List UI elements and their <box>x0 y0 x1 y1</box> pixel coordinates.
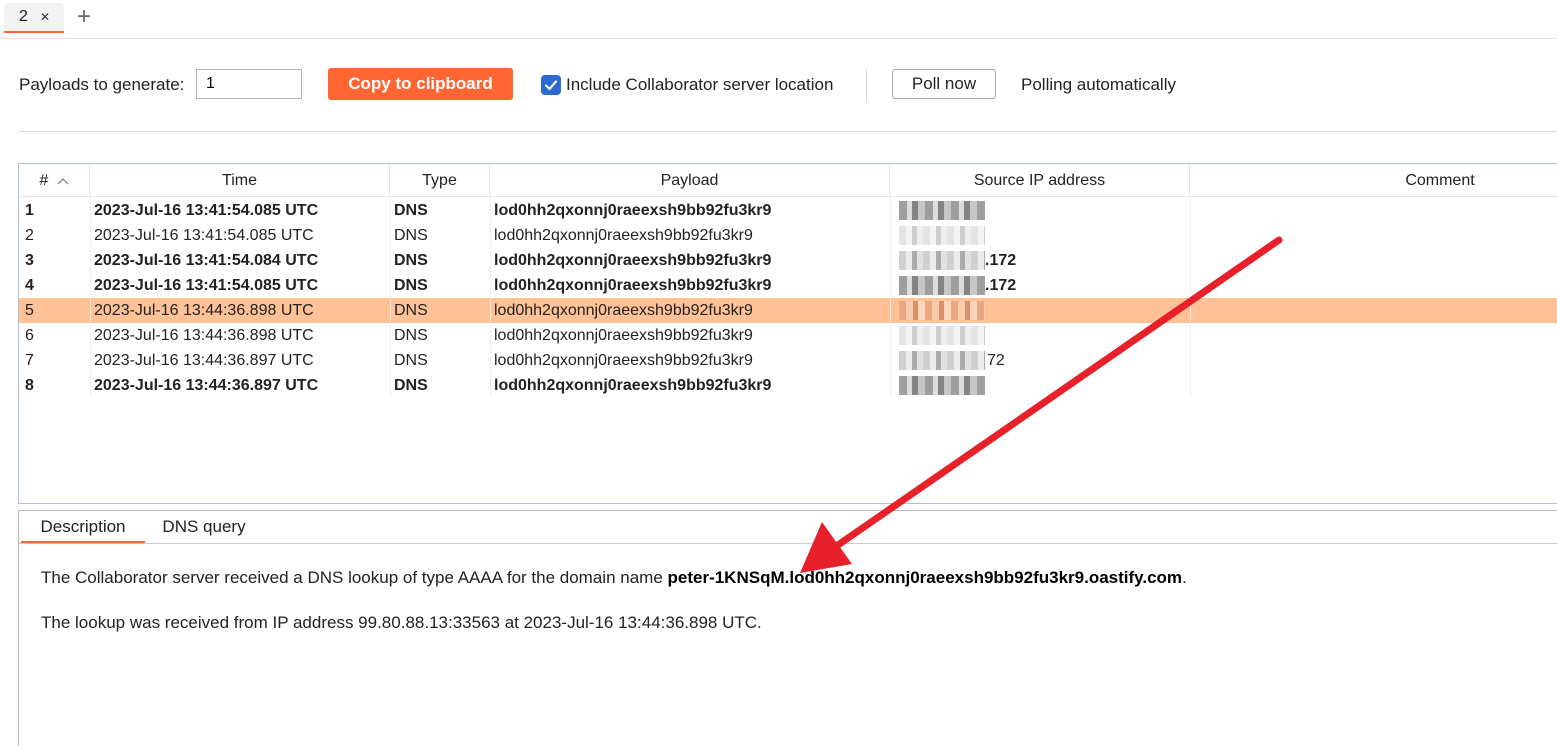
cell-source-ip: .172 <box>985 277 1017 294</box>
redacted-ip <box>899 201 985 220</box>
cell-num: 7 <box>25 352 34 369</box>
cell-num: 1 <box>25 202 34 219</box>
cell-num: 3 <box>25 252 34 269</box>
tab-dns-query[interactable]: DNS query <box>147 511 261 543</box>
redacted-ip <box>899 226 985 245</box>
table-row[interactable]: 5 2023-Jul-16 13:44:36.898 UTC DNS lod0hh2q… <box>19 298 1557 323</box>
table-row[interactable]: 6 2023-Jul-16 13:44:36.898 UTC DNS lod0hh2q… <box>19 323 1557 348</box>
close-icon[interactable]: ✕ <box>40 10 50 24</box>
polling-status: Polling automatically <box>1021 75 1176 94</box>
cell-source-ip: .172 <box>985 252 1017 269</box>
cell-time: 2023-Jul-16 13:41:54.085 UTC <box>94 277 319 294</box>
cell-time: 2023-Jul-16 13:41:54.085 UTC <box>94 202 319 219</box>
toolbar-divider <box>866 69 867 101</box>
col-header-num[interactable]: # <box>19 164 90 196</box>
cell-time: 2023-Jul-16 13:41:54.084 UTC <box>94 252 319 269</box>
poll-now-button[interactable]: Poll now <box>892 69 996 99</box>
include-location-checkbox[interactable] <box>541 75 561 95</box>
cell-time: 2023-Jul-16 13:44:36.898 UTC <box>94 302 314 319</box>
table-row[interactable]: 3 2023-Jul-16 13:41:54.084 UTC DNS lod0hh2q… <box>19 248 1557 273</box>
cell-payload: lod0hh2qxonnj0raeexsh9bb92fu3kr9 <box>494 252 772 269</box>
tab-2[interactable]: 2 ✕ <box>4 3 64 33</box>
redacted-ip <box>899 376 985 395</box>
description-line-1: The Collaborator server received a DNS l… <box>41 568 1187 588</box>
table-row[interactable]: 8 2023-Jul-16 13:44:36.897 UTC DNS lod0hh2q… <box>19 373 1557 398</box>
cell-payload: lod0hh2qxonnj0raeexsh9bb92fu3kr9 <box>494 352 753 369</box>
cell-type: DNS <box>394 352 428 369</box>
redacted-ip <box>899 276 985 295</box>
redacted-ip <box>899 251 985 270</box>
cell-source-ip: 72 <box>987 352 1005 369</box>
detail-panel: Description DNS query The Collaborator s… <box>18 510 1557 746</box>
table-row[interactable]: 4 2023-Jul-16 13:41:54.085 UTC DNS lod0hh2q… <box>19 273 1557 298</box>
cell-payload: lod0hh2qxonnj0raeexsh9bb92fu3kr9 <box>494 377 772 394</box>
plus-icon[interactable]: + <box>77 3 91 31</box>
column-divider <box>390 196 391 396</box>
col-header-comment[interactable]: Comment <box>1190 164 1557 196</box>
tab-label: 2 <box>19 8 28 25</box>
col-header-source-ip[interactable]: Source IP address <box>890 164 1190 196</box>
divider <box>19 131 1557 132</box>
col-header-num-label: # <box>39 172 49 189</box>
cell-type: DNS <box>394 377 428 394</box>
cell-num: 8 <box>25 377 34 394</box>
cell-type: DNS <box>394 327 428 344</box>
table-row[interactable]: 7 2023-Jul-16 13:44:36.897 UTC DNS lod0hh2q… <box>19 348 1557 373</box>
description-line-2: The lookup was received from IP address … <box>41 613 762 632</box>
cell-payload: lod0hh2qxonnj0raeexsh9bb92fu3kr9 <box>494 227 753 244</box>
col-header-type[interactable]: Type <box>390 164 490 196</box>
description-prefix: The Collaborator server received a DNS l… <box>41 568 668 587</box>
cell-payload: lod0hh2qxonnj0raeexsh9bb92fu3kr9 <box>494 302 753 319</box>
cell-num: 6 <box>25 327 34 344</box>
cell-payload: lod0hh2qxonnj0raeexsh9bb92fu3kr9 <box>494 327 753 344</box>
lookup-domain: peter-1KNSqM.lod0hh2qxonnj0raeexsh9bb92f… <box>667 568 1183 587</box>
description-suffix: . <box>1182 568 1187 587</box>
interactions-table: # Time Type Payload Source IP address Co… <box>18 163 1557 504</box>
cell-type: DNS <box>394 277 428 294</box>
cell-time: 2023-Jul-16 13:44:36.898 UTC <box>94 327 314 344</box>
col-header-payload[interactable]: Payload <box>490 164 890 196</box>
redacted-ip <box>899 351 985 370</box>
table-row[interactable]: 1 2023-Jul-16 13:41:54.085 UTC DNS lod0hh2q… <box>19 198 1557 223</box>
detail-tabs: Description DNS query <box>19 511 1557 544</box>
redacted-ip <box>899 301 985 320</box>
include-location-label[interactable]: Include Collaborator server location <box>566 75 833 95</box>
payloads-count-input[interactable] <box>196 69 302 99</box>
cell-num: 5 <box>25 302 34 319</box>
cell-type: DNS <box>394 202 428 219</box>
checkmark-icon <box>544 80 558 91</box>
tab-description[interactable]: Description <box>21 511 145 543</box>
cell-time: 2023-Jul-16 13:44:36.897 UTC <box>94 377 319 394</box>
cell-type: DNS <box>394 302 428 319</box>
column-divider <box>490 196 491 396</box>
toolbar: Payloads to generate: Copy to clipboard … <box>0 62 1557 108</box>
table-row[interactable]: 2 2023-Jul-16 13:41:54.085 UTC DNS lod0hh2q… <box>19 223 1557 248</box>
cell-payload: lod0hh2qxonnj0raeexsh9bb92fu3kr9 <box>494 277 772 294</box>
cell-time: 2023-Jul-16 13:44:36.897 UTC <box>94 352 314 369</box>
cell-num: 4 <box>25 277 34 294</box>
cell-payload: lod0hh2qxonnj0raeexsh9bb92fu3kr9 <box>494 202 772 219</box>
table-header: # Time Type Payload Source IP address Co… <box>19 164 1557 197</box>
cell-type: DNS <box>394 252 428 269</box>
tab-strip: 2 ✕ + <box>0 0 1557 39</box>
sort-ascending-icon <box>57 178 69 185</box>
column-divider <box>1190 196 1191 396</box>
cell-type: DNS <box>394 227 428 244</box>
cell-num: 2 <box>25 227 34 244</box>
col-header-time[interactable]: Time <box>90 164 390 196</box>
column-divider <box>890 196 891 396</box>
column-divider <box>90 196 91 396</box>
copy-to-clipboard-button[interactable]: Copy to clipboard <box>328 68 513 100</box>
redacted-ip <box>899 326 985 345</box>
payloads-label: Payloads to generate: <box>19 75 185 94</box>
cell-time: 2023-Jul-16 13:41:54.085 UTC <box>94 227 314 244</box>
